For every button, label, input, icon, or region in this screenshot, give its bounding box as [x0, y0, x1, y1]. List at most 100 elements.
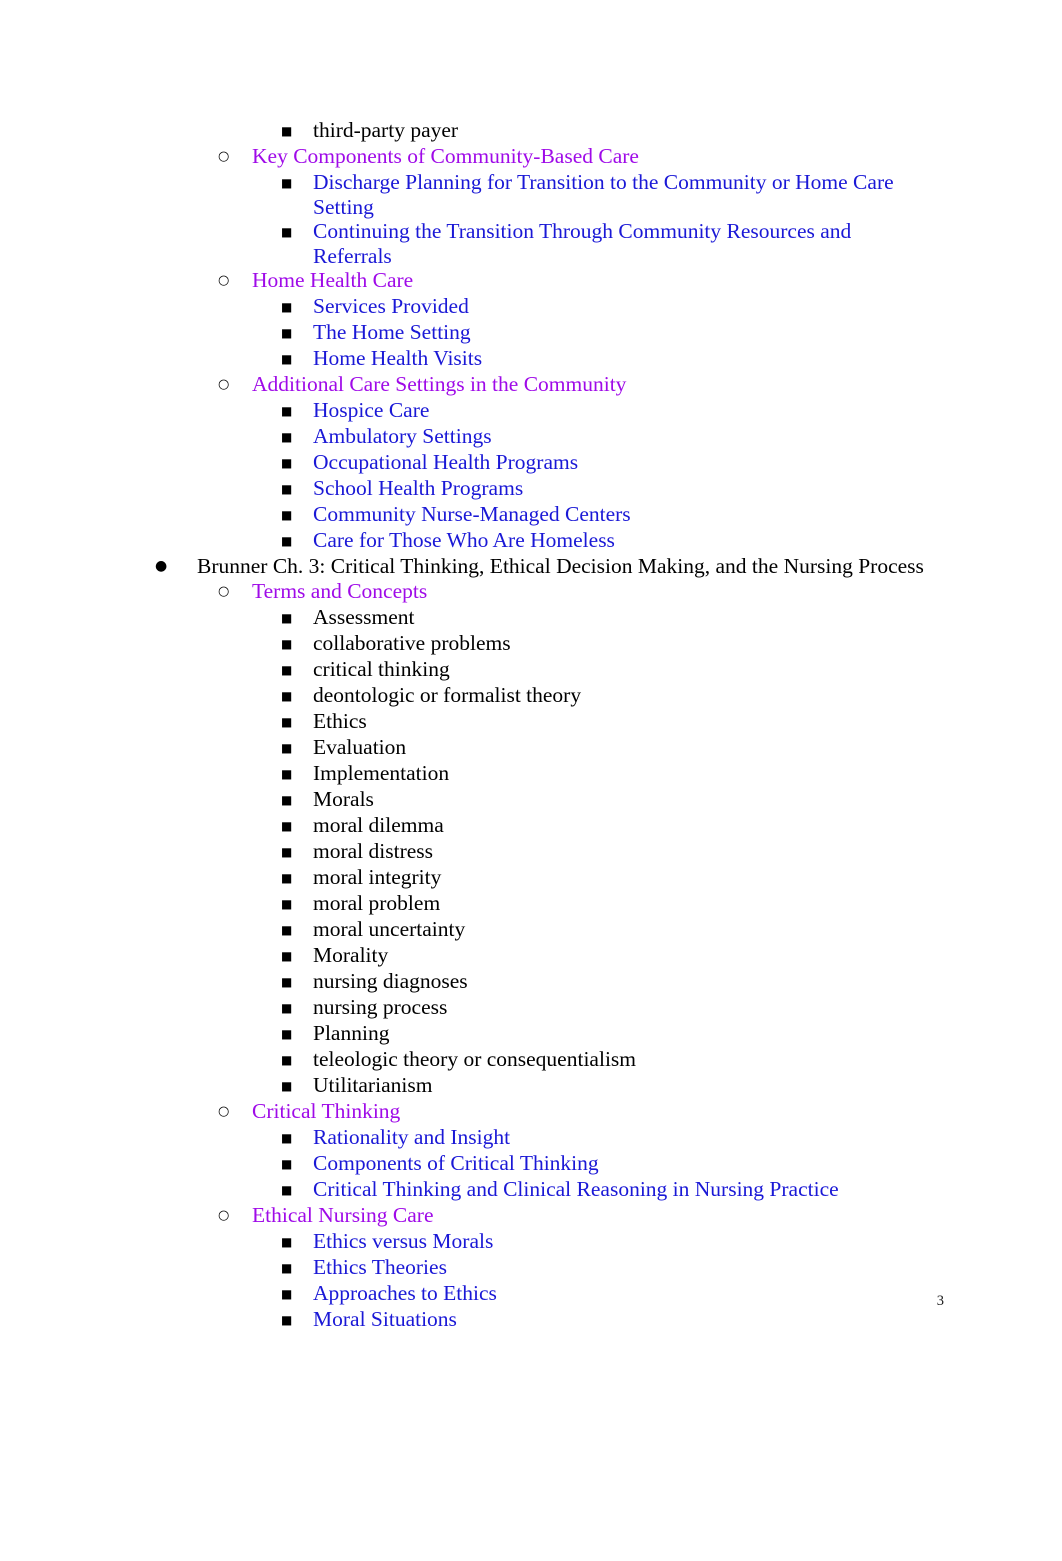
outline-item: ■ Services Provided	[0, 294, 1062, 320]
outline-item-label: moral integrity	[313, 865, 442, 890]
outline-item: ■ nursing process	[0, 995, 1062, 1021]
outline-item-label: collaborative problems	[313, 631, 511, 656]
bullet-level1-icon: ●	[155, 558, 168, 575]
bullet-level3-icon: ■	[281, 534, 293, 549]
outline-item-label: Home Health Care	[252, 268, 414, 293]
outline-item: ■ Morality	[0, 943, 1062, 969]
outline-item: ■ The Home Setting	[0, 320, 1062, 346]
outline-item: ■ Evaluation	[0, 735, 1062, 761]
bullet-level3-icon: ■	[281, 663, 293, 678]
outline-item: ■ Discharge Planning for Transition to th…	[0, 170, 1062, 219]
bullet-level3-icon: ■	[281, 176, 293, 190]
outline-item-label: Ethics	[313, 709, 367, 734]
bullet-level3-icon: ■	[281, 923, 293, 938]
outline-item: ■ Hospice Care	[0, 398, 1062, 424]
outline-item: ■ Occupational Health Programs	[0, 450, 1062, 476]
bullet-level2-icon: ○	[218, 273, 230, 289]
outline-item: ■ moral integrity	[0, 865, 1062, 891]
bullet-level3-icon: ■	[281, 352, 293, 367]
bullet-level3-icon: ■	[281, 326, 293, 341]
page-number: 3	[936, 1293, 944, 1309]
outline-item: ■ Morals	[0, 787, 1062, 813]
outline-item-label: The Home Setting	[313, 320, 471, 345]
bullet-level3-icon: ■	[281, 1027, 293, 1042]
outline-item: ■ teleologic theory or consequentialism	[0, 1047, 1062, 1073]
bullet-level3-icon: ■	[281, 1235, 293, 1250]
outline-item-label: Morality	[313, 943, 389, 968]
bullet-level3-icon: ■	[281, 871, 293, 886]
outline-item-label: moral problem	[313, 891, 441, 916]
outline-item: ■ deontologic or formalist theory	[0, 683, 1062, 709]
outline-item-label: Planning	[313, 1021, 390, 1046]
outline-item-label: nursing process	[313, 995, 448, 1020]
bullet-level3-icon: ■	[281, 741, 293, 756]
outline-item: ■ moral dilemma	[0, 813, 1062, 839]
bullet-level3-icon: ■	[281, 300, 293, 315]
outline-item-label: Morals	[313, 787, 374, 812]
outline-item: ■ Community Nurse-Managed Centers	[0, 502, 1062, 528]
outline-item-label: School Health Programs	[313, 476, 524, 501]
outline-item-label: Ethics Theories	[313, 1255, 447, 1280]
outline-item-label: critical thinking	[313, 657, 450, 682]
outline-item-label: Utilitarianism	[313, 1073, 433, 1098]
bullet-level3-icon: ■	[281, 949, 293, 964]
outline-item: ■ Rationality and Insight	[0, 1125, 1062, 1151]
outline-item-label: Hospice Care	[313, 398, 430, 423]
outline-item-label: Occupational Health Programs	[313, 450, 579, 475]
outline-item: ○ Ethical Nursing Care	[0, 1203, 1062, 1229]
outline-item: ■ moral distress	[0, 839, 1062, 865]
bullet-level3-icon: ■	[281, 124, 293, 138]
outline-item-label: Ethical Nursing Care	[252, 1203, 434, 1228]
bullet-level3-icon: ■	[281, 715, 293, 730]
bullet-level3-icon: ■	[281, 689, 293, 704]
bullet-level3-icon: ■	[281, 482, 293, 497]
bullet-level3-icon: ■	[281, 1157, 293, 1172]
bullet-level2-icon: ○	[218, 149, 230, 164]
outline-item-label: Ambulatory Settings	[313, 424, 492, 449]
bullet-level3-icon: ■	[281, 1079, 293, 1094]
bullet-level3-icon: ■	[281, 1001, 293, 1016]
bullet-level3-icon: ■	[281, 845, 293, 860]
outline-item-label: Discharge Planning for Transition to the…	[313, 170, 894, 219]
outline-item: ■ School Health Programs	[0, 476, 1062, 502]
bullet-level3-icon: ■	[281, 767, 293, 782]
outline-item-label: Implementation	[313, 761, 450, 786]
outline-item: ■ nursing diagnoses	[0, 969, 1062, 995]
outline-item: ■ Assessment	[0, 605, 1062, 631]
bullet-level2-icon: ○	[218, 1104, 230, 1120]
outline-item: ■ Home Health Visits	[0, 346, 1062, 372]
bullet-level3-icon: ■	[281, 1313, 293, 1328]
outline-item: ■ critical thinking	[0, 657, 1062, 683]
outline-item: ■ moral problem	[0, 891, 1062, 917]
outline-item-label: Rationality and Insight	[313, 1125, 511, 1150]
outline-item: ■ Implementation	[0, 761, 1062, 787]
outline-item-label: moral uncertainty	[313, 917, 466, 942]
outline-item-label: Care for Those Who Are Homeless	[313, 528, 615, 553]
outline-item-label: teleologic theory or consequentialism	[313, 1047, 637, 1072]
outline-item-label: Critical Thinking and Clinical Reasoning…	[313, 1177, 839, 1202]
outline-item: ■ Critical Thinking and Clinical Reasonin…	[0, 1177, 1062, 1203]
outline-item: ■ third-party payer	[0, 118, 1062, 144]
outline-item: ○ Additional Care Settings in the Communi…	[0, 372, 1062, 398]
outline-item-label: Moral Situations	[313, 1307, 457, 1332]
document-page: ■ third-party payer ○ Key Components of Com…	[0, 0, 1062, 1561]
outline-item: ■ Ethics versus Morals	[0, 1229, 1062, 1255]
outline-item-label: Services Provided	[313, 294, 469, 319]
outline-item-label: Evaluation	[313, 735, 407, 760]
outline-item-label: Components of Critical Thinking	[313, 1151, 599, 1176]
outline-item-label: Ethics versus Morals	[313, 1229, 494, 1254]
outline-item: ■ Components of Critical Thinking	[0, 1151, 1062, 1177]
outline-item-label: Home Health Visits	[313, 346, 483, 371]
outline-item-label: moral distress	[313, 839, 434, 864]
outline-item-label: Terms and Concepts	[252, 579, 428, 604]
outline-item: ■ Care for Those Who Are Homeless	[0, 528, 1062, 554]
outline-item-label: moral dilemma	[313, 813, 444, 838]
outline-item: ○ Critical Thinking	[0, 1099, 1062, 1125]
outline-item: ○ Key Components of Community-Based Care	[0, 144, 1062, 170]
bullet-level2-icon: ○	[218, 584, 230, 600]
bullet-level3-icon: ■	[281, 1183, 293, 1198]
outline-item-label: Community Nurse-Managed Centers	[313, 502, 631, 527]
bullet-level3-icon: ■	[281, 975, 293, 990]
outline-item-label: Critical Thinking	[252, 1099, 401, 1124]
bullet-level3-icon: ■	[281, 1261, 293, 1276]
